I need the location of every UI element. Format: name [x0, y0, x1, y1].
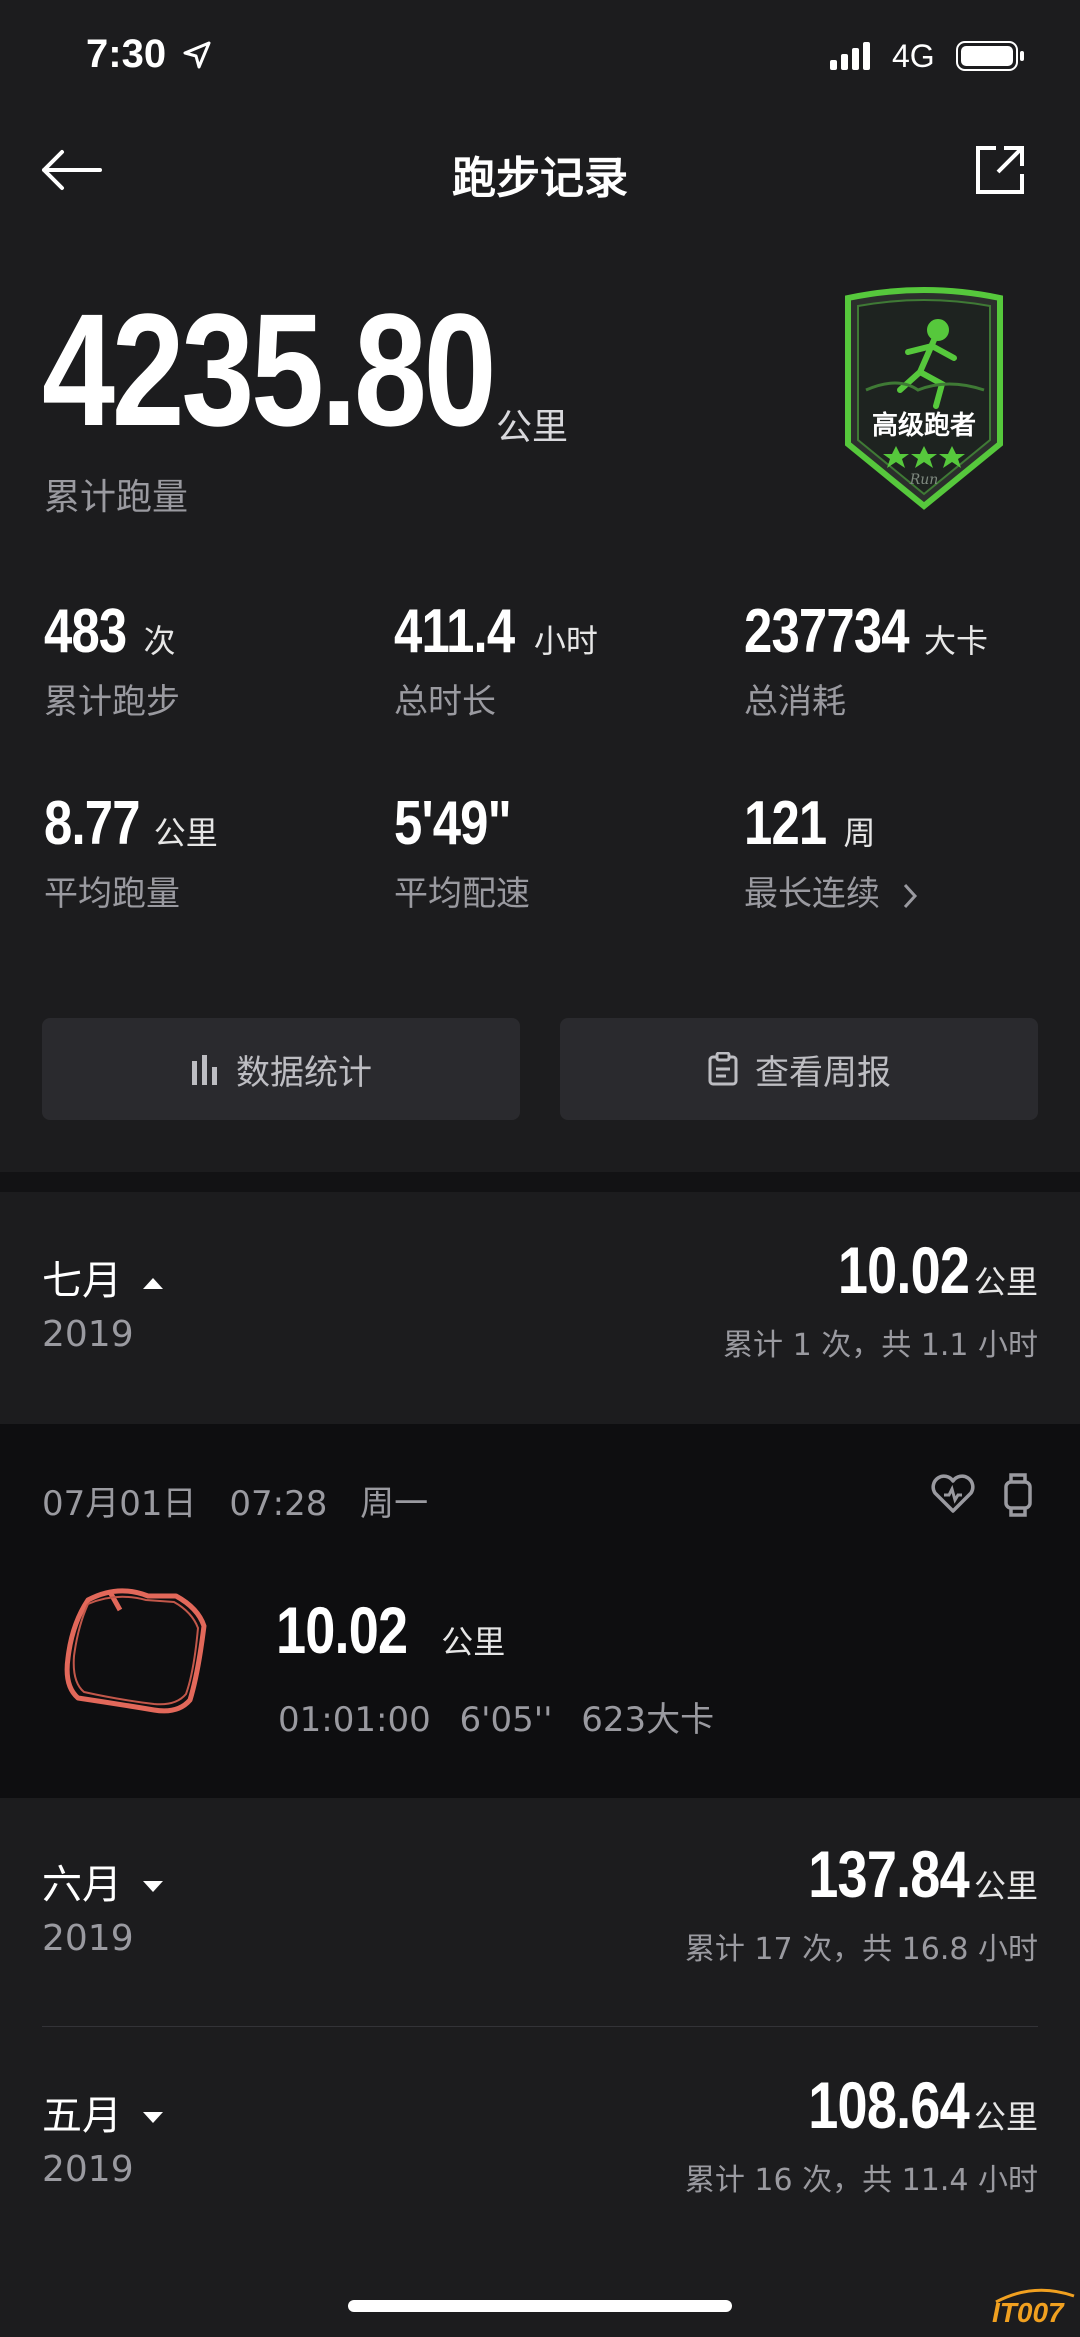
section-separator: [0, 1172, 1080, 1192]
watch-icon: [1004, 1473, 1032, 1517]
data-statistics-button[interactable]: 数据统计: [42, 1018, 520, 1120]
month-distance: 137.84: [808, 1837, 969, 1911]
badge-sub: Run: [909, 472, 939, 488]
caret-up-icon: [142, 1278, 163, 1289]
weekly-report-label: 查看周报: [755, 1052, 891, 1093]
run-date: 07月01日: [42, 1484, 197, 1524]
location-icon: [182, 40, 212, 74]
run-pace: 6'05'': [459, 1700, 553, 1740]
stat-unit: 小时: [533, 622, 598, 660]
stat-runs: 483 次 累计跑步: [44, 596, 180, 723]
heart-icon: [931, 1474, 975, 1513]
data-statistics-label: 数据统计: [236, 1052, 372, 1093]
watermark-logo: IT007: [990, 2280, 1078, 2330]
device-watch: [1002, 1472, 1036, 1518]
month-unit: 公里: [973, 2098, 1038, 2136]
month-name: 六月: [42, 1862, 122, 1908]
stat-duration: 411.4 小时 总时长: [394, 596, 598, 723]
month-row-may[interactable]: 五月 2019 108.64 公里 累计 16 次，共 11.4 小时: [0, 2027, 1080, 2255]
month-name: 七月: [42, 1258, 122, 1304]
stat-label: 总时长: [394, 682, 496, 722]
caret-down-icon: [142, 2112, 163, 2123]
stat-label: 最长连续: [744, 874, 880, 914]
advanced-runner-badge[interactable]: 高级跑者 Run: [838, 286, 1010, 512]
run-calories: 623大卡: [581, 1700, 715, 1740]
month-name: 五月: [42, 2093, 122, 2139]
stat-label: 平均配速: [394, 874, 530, 914]
page-title: 跑步记录: [452, 153, 628, 204]
run-distance: 10.02: [276, 1593, 408, 1667]
month-summary: 累计 16 次，共 11.4 小时: [684, 2163, 1038, 2198]
stat-longest-streak[interactable]: 121 周 最长连续: [744, 788, 921, 915]
run-record-card[interactable]: 07月01日 07:28 周一 10.02 公里 01:01:00 6'05''…: [0, 1424, 1080, 1798]
favorite-button[interactable]: [930, 1474, 978, 1518]
battery-icon: [956, 40, 1026, 76]
weekly-report-button[interactable]: 查看周报: [560, 1018, 1038, 1120]
total-distance-unit: 公里: [496, 407, 569, 448]
total-distance-label: 累计跑量: [44, 477, 189, 518]
run-time: 07:28: [229, 1484, 328, 1524]
month-unit: 公里: [973, 1867, 1038, 1905]
run-distance-unit: 公里: [441, 1623, 506, 1661]
share-button[interactable]: [972, 142, 1032, 202]
stat-value: 8.77: [44, 789, 140, 858]
month-distance: 108.64: [808, 2068, 969, 2142]
stat-avg-pace: 5'49" 平均配速: [394, 788, 537, 915]
caret-down-icon: [142, 1881, 163, 1892]
share-icon: [976, 146, 1024, 194]
month-row-july[interactable]: 七月 2019 10.02 公里 累计 1 次，共 1.1 小时: [0, 1192, 1080, 1424]
stat-label: 总消耗: [744, 682, 846, 722]
status-bar: 7:30 4G: [0, 0, 1080, 120]
month-distance: 10.02: [837, 1233, 970, 1307]
network-type: 4G: [892, 38, 935, 74]
stat-value: 5'49": [394, 789, 512, 858]
stat-label: 累计跑步: [44, 682, 180, 722]
stat-value: 483: [44, 597, 127, 666]
stat-label: 平均跑量: [44, 874, 180, 914]
watermark-text: IT007: [992, 2297, 1065, 2328]
month-year: 2019: [42, 1314, 134, 1355]
bar-chart-icon: [192, 1055, 217, 1085]
run-weekday: 周一: [360, 1484, 429, 1524]
month-unit: 公里: [973, 1263, 1038, 1301]
stat-calories: 237734 大卡 总消耗: [744, 596, 988, 723]
clipboard-icon: [708, 1052, 738, 1086]
month-year: 2019: [42, 1918, 134, 1959]
month-summary: 累计 1 次，共 1.1 小时: [723, 1328, 1038, 1363]
stat-unit: 次: [143, 622, 176, 660]
month-row-june[interactable]: 六月 2019 137.84 公里 累计 17 次，共 16.8 小时: [0, 1798, 1080, 2026]
badge-title: 高级跑者: [872, 410, 976, 441]
month-summary: 累计 17 次，共 16.8 小时: [684, 1932, 1038, 1967]
status-time: 7:30: [86, 32, 167, 76]
home-indicator[interactable]: [348, 2300, 732, 2312]
run-duration: 01:01:00: [278, 1700, 431, 1740]
stat-avg-distance: 8.77 公里 平均跑量: [44, 788, 218, 915]
stat-value: 121: [744, 789, 827, 858]
month-year: 2019: [42, 2149, 134, 2190]
signal-icon: [830, 40, 878, 76]
stat-unit: 大卡: [923, 622, 988, 660]
chevron-right-icon: [903, 883, 917, 908]
stat-value: 237734: [744, 597, 910, 666]
stat-value: 411.4: [394, 597, 515, 666]
total-distance-value: 4235.80: [42, 280, 497, 459]
stat-unit: 公里: [153, 814, 218, 852]
route-thumbnail: [58, 1574, 218, 1724]
stat-unit: 周: [843, 814, 876, 852]
